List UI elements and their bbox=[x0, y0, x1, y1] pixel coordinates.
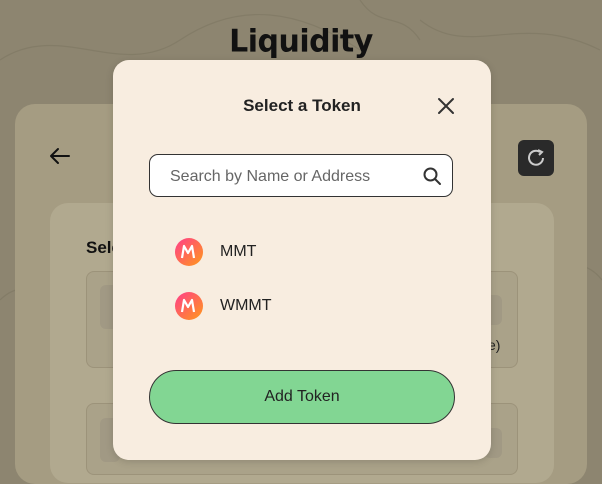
close-button[interactable] bbox=[434, 94, 458, 118]
search-box bbox=[149, 154, 453, 198]
search-icon[interactable] bbox=[422, 166, 442, 186]
token-symbol: MMT bbox=[220, 243, 257, 260]
token-item-wmmt[interactable]: WMMT bbox=[173, 289, 433, 323]
token-symbol: WMMT bbox=[220, 297, 272, 314]
search-input[interactable] bbox=[168, 155, 422, 198]
mmt-token-icon bbox=[175, 238, 203, 266]
close-icon bbox=[438, 98, 454, 114]
add-token-button[interactable]: Add Token bbox=[149, 370, 455, 424]
page-title: Liquidity bbox=[229, 23, 373, 60]
mmt-token-icon bbox=[175, 292, 203, 320]
back-arrow-icon[interactable] bbox=[47, 143, 77, 173]
refresh-button[interactable] bbox=[518, 140, 554, 176]
select-token-modal: Select a Token MMT bbox=[113, 60, 491, 460]
refresh-icon bbox=[528, 149, 544, 166]
token-item-mmt[interactable]: MMT bbox=[173, 235, 433, 269]
